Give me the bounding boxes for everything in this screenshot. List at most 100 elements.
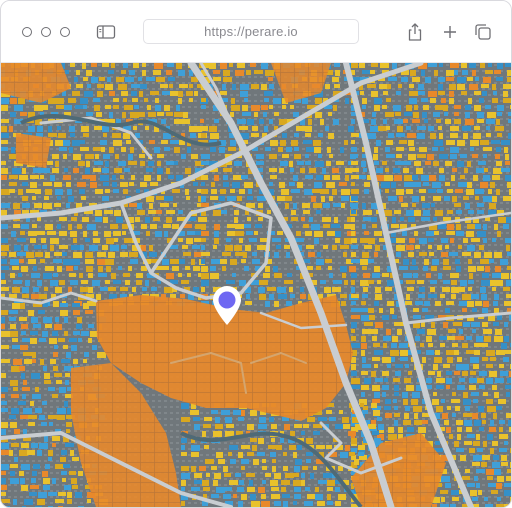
parcel	[21, 331, 26, 335]
parcel	[324, 175, 330, 180]
parcel	[114, 210, 121, 216]
parcel	[42, 401, 47, 405]
parcel	[399, 266, 408, 270]
parcel	[443, 280, 450, 284]
tabs-overview-icon[interactable]	[472, 21, 494, 43]
parcel-map[interactable]	[1, 63, 511, 507]
parcel	[318, 133, 323, 137]
parcel	[264, 98, 269, 102]
parcel	[10, 259, 19, 265]
parcel	[309, 168, 316, 173]
sidebar-icon[interactable]	[95, 21, 117, 43]
parcel	[93, 98, 100, 102]
parcel	[218, 459, 225, 464]
parcel	[214, 473, 221, 479]
parcel	[488, 483, 497, 487]
parcel	[424, 301, 430, 306]
parcel	[53, 273, 58, 277]
parcel	[413, 308, 419, 312]
parcel	[351, 308, 359, 312]
parcel	[362, 224, 366, 229]
parcel	[469, 273, 473, 279]
new-tab-icon[interactable]	[439, 21, 461, 43]
parcel	[201, 259, 205, 264]
parcel	[465, 105, 471, 110]
parcel	[223, 494, 231, 499]
parcel	[305, 154, 309, 158]
parcel	[440, 343, 445, 347]
parcel	[476, 483, 480, 488]
parcel	[482, 420, 486, 424]
parcel	[252, 252, 257, 256]
parcel	[1, 492, 6, 496]
parcel	[1, 373, 6, 378]
parcel	[477, 266, 484, 271]
parcel	[505, 175, 511, 181]
parcel	[492, 441, 498, 446]
parcel	[85, 310, 93, 314]
parcel	[265, 147, 271, 151]
parcel	[1, 394, 5, 398]
close-window-button[interactable]	[22, 27, 32, 37]
parcel	[77, 317, 82, 323]
parcel	[220, 63, 227, 69]
parcel	[43, 105, 48, 110]
parcel	[483, 392, 488, 396]
parcel	[375, 287, 381, 293]
parcel	[31, 443, 38, 448]
parcel	[1, 478, 6, 484]
parcel	[19, 366, 25, 371]
parcel	[59, 245, 68, 249]
parcel	[443, 322, 448, 328]
parcel	[100, 140, 107, 145]
parcel	[445, 182, 450, 186]
parcel	[462, 294, 471, 300]
parcel	[372, 336, 377, 341]
parcel	[153, 217, 160, 221]
parcel	[131, 84, 140, 88]
parcel	[262, 480, 266, 484]
parcel	[426, 350, 434, 355]
parcel	[59, 231, 67, 236]
parcel	[400, 350, 408, 356]
parcel	[450, 126, 459, 131]
parcel	[504, 483, 511, 487]
parcel	[370, 126, 379, 132]
parcel	[507, 469, 511, 473]
parcel	[489, 427, 496, 432]
parcel	[361, 350, 365, 356]
parcel	[86, 70, 92, 76]
parcel	[341, 203, 345, 208]
parcel	[335, 70, 340, 76]
zoom-window-button[interactable]	[60, 27, 70, 37]
parcel	[30, 331, 38, 335]
location-marker[interactable]	[210, 284, 244, 326]
parcel	[501, 140, 510, 145]
parcel	[85, 259, 94, 264]
parcel	[62, 252, 67, 256]
minimize-window-button[interactable]	[41, 27, 51, 37]
parcel	[122, 231, 126, 235]
parcel	[388, 196, 397, 201]
parcel	[241, 466, 245, 470]
parcel	[457, 427, 462, 432]
share-icon[interactable]	[404, 21, 426, 43]
parcel	[422, 112, 427, 118]
address-bar[interactable]: https://perare.io	[143, 19, 359, 44]
parcel	[45, 224, 53, 230]
parcel	[327, 487, 333, 491]
parcel	[304, 189, 313, 195]
parcel	[316, 175, 323, 180]
map-view[interactable]	[1, 63, 511, 507]
parcel	[358, 445, 365, 450]
parcel	[90, 182, 97, 188]
parcel	[452, 196, 457, 202]
parcel	[1, 280, 6, 284]
parcel	[222, 84, 226, 90]
parcel	[22, 294, 29, 298]
parcel	[413, 112, 419, 118]
parcel	[202, 431, 206, 437]
parcel	[61, 471, 67, 475]
parcel	[238, 501, 243, 507]
parcel	[116, 77, 124, 82]
